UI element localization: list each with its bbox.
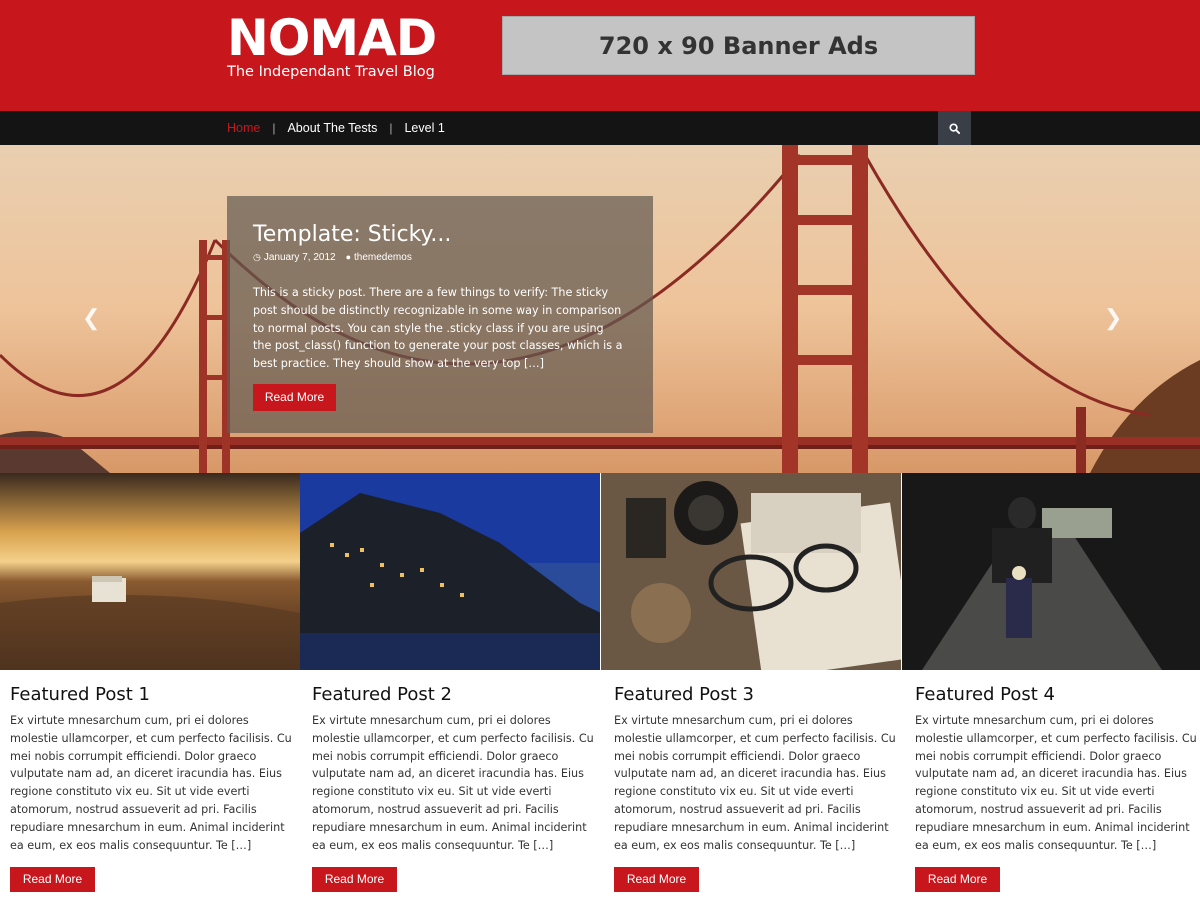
post-date[interactable]: ◷ January 7, 2012	[253, 252, 336, 263]
site-tagline: The Independant Travel Blog	[227, 64, 435, 80]
featured-post-title[interactable]: Featured Post 1	[10, 684, 295, 705]
user-icon: ●	[345, 252, 352, 262]
featured-post-excerpt: Ex virtute mnesarchum cum, pri ei dolore…	[10, 714, 292, 852]
featured-post-title[interactable]: Featured Post 4	[915, 684, 1200, 705]
nav-divider: |	[272, 121, 276, 135]
site-header: NOMAD The Independant Travel Blog 720 x …	[0, 0, 1200, 111]
clock-icon: ◷	[253, 252, 261, 262]
site-title[interactable]: NOMAD	[227, 12, 437, 64]
read-more-button[interactable]: Read More	[614, 867, 699, 892]
read-more-button[interactable]: Read More	[915, 867, 1000, 892]
featured-post-3: Featured Post 3 Ex virtute mnesarchum cu…	[614, 684, 899, 892]
main-nav: Home | About The Tests | Level 1	[0, 111, 1200, 145]
featured-post-1: Featured Post 1 Ex virtute mnesarchum cu…	[10, 684, 295, 892]
banner-ad-label: 720 x 90 Banner Ads	[598, 31, 879, 60]
banner-ad[interactable]: 720 x 90 Banner Ads	[502, 16, 975, 75]
chevron-right-icon[interactable]: ❯	[1104, 305, 1122, 331]
nav-divider: |	[389, 121, 393, 135]
hero-title[interactable]: Template: Sticky...	[253, 222, 451, 247]
featured-post-excerpt: Ex virtute mnesarchum cum, pri ei dolore…	[915, 714, 1197, 852]
search-icon	[949, 122, 960, 134]
hero-meta: ◷ January 7, 2012 ● themedemos	[253, 252, 412, 263]
nav-item-level-1[interactable]: Level 1	[404, 121, 444, 135]
search-button[interactable]	[938, 111, 971, 145]
featured-post-excerpt: Ex virtute mnesarchum cum, pri ei dolore…	[312, 714, 594, 852]
featured-image-2[interactable]	[300, 473, 600, 670]
chevron-left-icon[interactable]: ❮	[82, 305, 100, 331]
featured-post-4: Featured Post 4 Ex virtute mnesarchum cu…	[915, 684, 1200, 892]
read-more-button[interactable]: Read More	[10, 867, 95, 892]
read-more-button[interactable]: Read More	[312, 867, 397, 892]
site-logo[interactable]: NOMAD The Independant Travel Blog	[227, 12, 437, 80]
featured-image-4[interactable]	[902, 473, 1200, 670]
nav-menu: Home | About The Tests | Level 1	[227, 111, 445, 145]
nav-item-about-the-tests[interactable]: About The Tests	[287, 121, 377, 135]
featured-post-excerpt: Ex virtute mnesarchum cum, pri ei dolore…	[614, 714, 896, 852]
post-author[interactable]: ● themedemos	[346, 252, 412, 263]
featured-image-3[interactable]	[601, 473, 901, 670]
hero-read-more-button[interactable]: Read More	[253, 384, 336, 411]
nav-item-home[interactable]: Home	[227, 121, 260, 135]
featured-post-title[interactable]: Featured Post 2	[312, 684, 597, 705]
featured-image-1[interactable]	[0, 473, 300, 670]
hero-slider: ❮ ❯ Template: Sticky... ◷ January 7, 2012…	[0, 145, 1200, 473]
hero-caption: Template: Sticky... ◷ January 7, 2012 ● th…	[227, 196, 653, 433]
hero-excerpt: This is a sticky post. There are a few t…	[253, 286, 623, 371]
featured-post-2: Featured Post 2 Ex virtute mnesarchum cu…	[312, 684, 597, 892]
featured-post-title[interactable]: Featured Post 3	[614, 684, 899, 705]
post-author-text: themedemos	[354, 252, 412, 263]
post-date-text: January 7, 2012	[263, 252, 336, 263]
